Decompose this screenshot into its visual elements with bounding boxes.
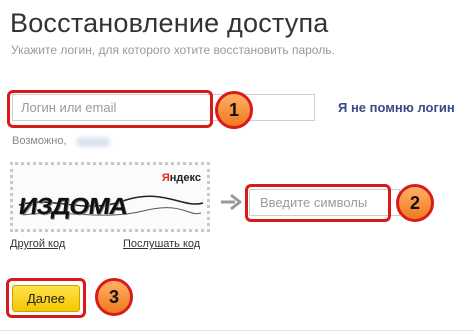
other-code-link[interactable]: Другой код (10, 238, 65, 250)
yandex-logo-rest: ндекс (169, 172, 201, 184)
page-title: Восстановление доступа (10, 8, 329, 38)
bottom-divider (0, 330, 474, 331)
captcha-text: ИЗДОМА (17, 192, 130, 220)
listen-code-link[interactable]: Послушать код (123, 238, 200, 250)
yandex-logo: Яндекс (162, 172, 201, 184)
yandex-logo-letter: Я (161, 172, 170, 184)
next-button[interactable]: Далее (12, 285, 80, 312)
captcha-image: Яндекс ИЗДОМА (10, 162, 210, 232)
login-input[interactable] (12, 94, 315, 121)
forgot-login-link[interactable]: Я не помню логин (338, 100, 455, 115)
page-subtitle: Укажите логин, для которого хотите восст… (11, 43, 335, 57)
step-badge-1: 1 (215, 91, 253, 129)
step-badge-2: 2 (396, 184, 434, 222)
step-badge-3: 3 (95, 278, 133, 316)
login-hint: Возможно, (12, 135, 67, 147)
blurred-suggestion (76, 137, 110, 147)
captcha-input[interactable] (249, 189, 400, 216)
arrow-right-icon (221, 193, 242, 211)
